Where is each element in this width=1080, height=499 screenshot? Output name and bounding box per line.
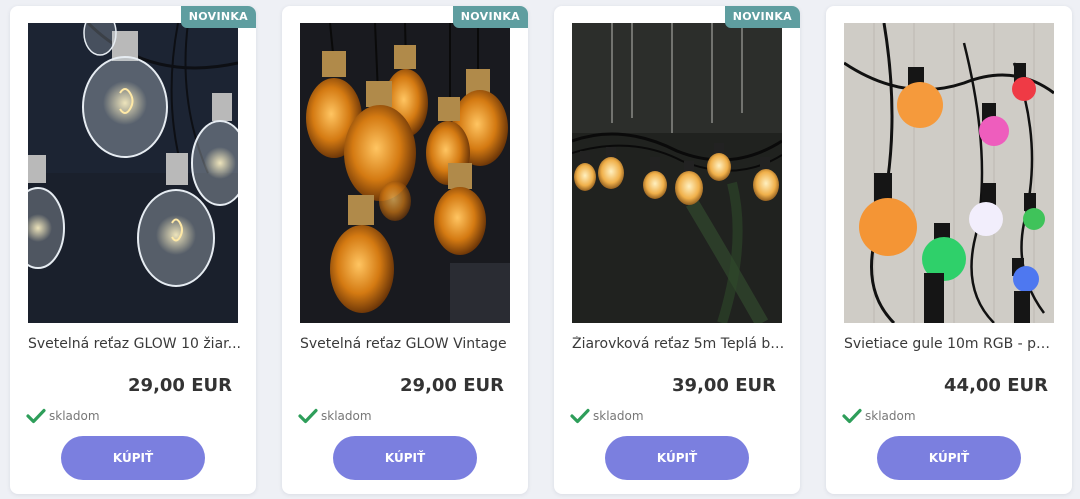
check-icon	[570, 408, 590, 424]
check-icon	[298, 408, 318, 424]
product-image[interactable]	[300, 23, 510, 323]
warm-string-lights-image	[572, 23, 782, 323]
amber-vintage-bulbs-image	[300, 23, 510, 323]
clear-filament-bulbs-image	[28, 23, 238, 323]
product-image[interactable]	[572, 23, 782, 323]
stock-label: skladom	[865, 409, 916, 423]
buy-button[interactable]: KÚPIŤ	[61, 436, 205, 480]
product-grid: NOVINKA Svetelná reťaz GLOW 10 žiar... 2…	[0, 0, 1080, 499]
product-image[interactable]	[844, 23, 1054, 323]
new-badge: NOVINKA	[724, 6, 800, 28]
product-card: NOVINKA Svetelná reťaz GLOW Vintage 29,0…	[282, 6, 528, 494]
product-title[interactable]: Svetelná reťaz GLOW Vintage	[300, 336, 514, 352]
buy-button[interactable]: KÚPIŤ	[333, 436, 477, 480]
buy-button[interactable]: KÚPIŤ	[605, 436, 749, 480]
product-card: Svietiace gule 10m RGB - pár... 44,00 EU…	[826, 6, 1072, 494]
product-card: NOVINKA Žiarovková reťaz 5m Teplá bi... …	[554, 6, 800, 494]
check-icon	[26, 408, 46, 424]
product-price: 44,00 EUR	[944, 375, 1048, 396]
product-card: NOVINKA Svetelná reťaz GLOW 10 žiar... 2…	[10, 6, 256, 494]
stock-label: skladom	[49, 409, 100, 423]
product-price: 29,00 EUR	[400, 375, 504, 396]
stock-status: skladom	[26, 407, 100, 425]
stock-label: skladom	[321, 409, 372, 423]
buy-button[interactable]: KÚPIŤ	[877, 436, 1021, 480]
product-image[interactable]	[28, 23, 238, 323]
stock-status: skladom	[570, 407, 644, 425]
product-price: 29,00 EUR	[128, 375, 232, 396]
check-icon	[842, 408, 862, 424]
product-title[interactable]: Svietiace gule 10m RGB - pár...	[844, 336, 1058, 352]
new-badge: NOVINKA	[452, 6, 528, 28]
rgb-globe-lights-image	[844, 23, 1054, 323]
product-title[interactable]: Svetelná reťaz GLOW 10 žiar...	[28, 336, 242, 352]
stock-status: skladom	[842, 407, 916, 425]
stock-label: skladom	[593, 409, 644, 423]
new-badge: NOVINKA	[180, 6, 256, 28]
stock-status: skladom	[298, 407, 372, 425]
product-title[interactable]: Žiarovková reťaz 5m Teplá bi...	[572, 336, 786, 352]
product-price: 39,00 EUR	[672, 375, 776, 396]
